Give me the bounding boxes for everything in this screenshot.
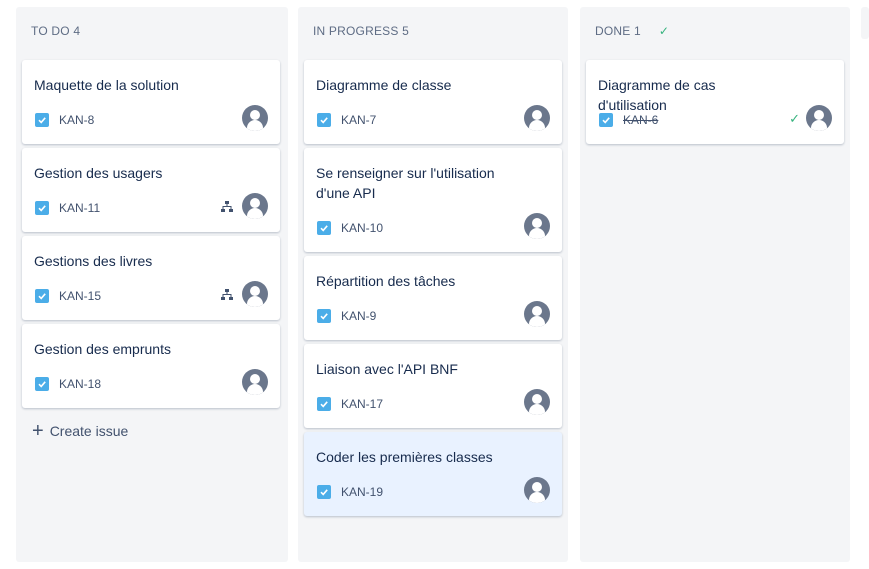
issue-card-selected[interactable]: Coder les premières classes KAN-19 xyxy=(304,432,562,516)
issue-key[interactable]: KAN-9 xyxy=(341,309,376,323)
assignee-avatar-icon[interactable] xyxy=(242,193,268,219)
assignee-avatar-icon[interactable] xyxy=(524,301,550,327)
task-type-icon xyxy=(35,289,49,303)
column-title: TO DO 4 xyxy=(31,24,81,38)
column-todo: TO DO 4 Maquette de la solution KAN-8 Ge… xyxy=(16,7,288,562)
column-in-progress: IN PROGRESS 5 Diagramme de classe KAN-7 … xyxy=(298,7,568,562)
task-type-icon xyxy=(317,397,331,411)
issue-card[interactable]: Gestions des livres KAN-15 xyxy=(22,236,280,320)
issue-card[interactable]: Maquette de la solution KAN-8 xyxy=(22,60,280,144)
column-header-in-progress: IN PROGRESS 5 xyxy=(313,24,409,38)
assignee-avatar-icon[interactable] xyxy=(242,105,268,131)
task-type-icon xyxy=(35,201,49,215)
subtask-hierarchy-icon xyxy=(221,289,233,300)
task-type-icon xyxy=(317,309,331,323)
task-type-icon xyxy=(317,221,331,235)
card-title: Diagramme de classe xyxy=(316,77,452,93)
column-header-todo: TO DO 4 xyxy=(31,24,80,38)
column-done: DONE 1 ✓ Diagramme de cas d'utilisation … xyxy=(580,7,850,562)
task-type-icon xyxy=(35,113,49,127)
task-type-icon xyxy=(317,485,331,499)
issue-key[interactable]: KAN-10 xyxy=(341,221,383,235)
issue-card[interactable]: Gestion des usagers KAN-11 xyxy=(22,148,280,232)
card-title: Maquette de la solution xyxy=(34,77,179,93)
issue-key[interactable]: KAN-19 xyxy=(341,485,383,499)
issue-key[interactable]: KAN-15 xyxy=(59,289,101,303)
issue-card[interactable]: Répartition des tâches KAN-9 xyxy=(304,256,562,340)
column-header-done: DONE 1 ✓ xyxy=(595,24,669,38)
create-issue-button[interactable]: + Create issue xyxy=(32,421,128,441)
assignee-avatar-icon[interactable] xyxy=(806,105,832,131)
card-title: Liaison avec l'API BNF xyxy=(316,361,458,377)
issue-key[interactable]: KAN-8 xyxy=(59,113,94,127)
task-type-icon xyxy=(599,113,613,127)
issue-key[interactable]: KAN-18 xyxy=(59,377,101,391)
plus-icon: + xyxy=(32,420,44,442)
card-title: Gestions des livres xyxy=(34,253,153,269)
issue-key[interactable]: KAN-11 xyxy=(59,201,100,215)
issue-key[interactable]: KAN-6 xyxy=(623,113,658,127)
done-check-icon: ✓ xyxy=(658,24,670,38)
card-title: Gestion des usagers xyxy=(34,165,163,181)
create-issue-label: Create issue xyxy=(49,423,129,439)
card-title: Diagramme de cas d'utilisation xyxy=(598,77,716,113)
issue-card[interactable]: Diagramme de cas d'utilisation KAN-6 ✓ xyxy=(586,60,844,144)
column-title: IN PROGRESS 5 xyxy=(313,24,409,38)
issue-card[interactable]: Gestion des emprunts KAN-18 xyxy=(22,324,280,408)
column-partial xyxy=(861,7,869,39)
card-title: Se renseigner sur l'utilisation d'une AP… xyxy=(316,165,495,201)
assignee-avatar-icon[interactable] xyxy=(524,105,550,131)
card-title: Répartition des tâches xyxy=(316,273,456,289)
task-type-icon xyxy=(317,113,331,127)
card-title: Gestion des emprunts xyxy=(34,341,171,357)
assignee-avatar-icon[interactable] xyxy=(524,389,550,415)
resolved-check-icon: ✓ xyxy=(789,111,800,126)
column-title: DONE 1 xyxy=(595,24,641,38)
issue-key[interactable]: KAN-7 xyxy=(341,113,376,127)
assignee-avatar-icon[interactable] xyxy=(242,281,268,307)
card-title: Coder les premières classes xyxy=(316,449,493,465)
issue-card[interactable]: Se renseigner sur l'utilisation d'une AP… xyxy=(304,148,562,252)
issue-key[interactable]: KAN-17 xyxy=(341,397,383,411)
assignee-avatar-icon[interactable] xyxy=(524,477,550,503)
assignee-avatar-icon[interactable] xyxy=(242,369,268,395)
task-type-icon xyxy=(35,377,49,391)
issue-card[interactable]: Liaison avec l'API BNF KAN-17 xyxy=(304,344,562,428)
assignee-avatar-icon[interactable] xyxy=(524,213,550,239)
subtask-hierarchy-icon xyxy=(221,201,233,212)
issue-card[interactable]: Diagramme de classe KAN-7 xyxy=(304,60,562,144)
